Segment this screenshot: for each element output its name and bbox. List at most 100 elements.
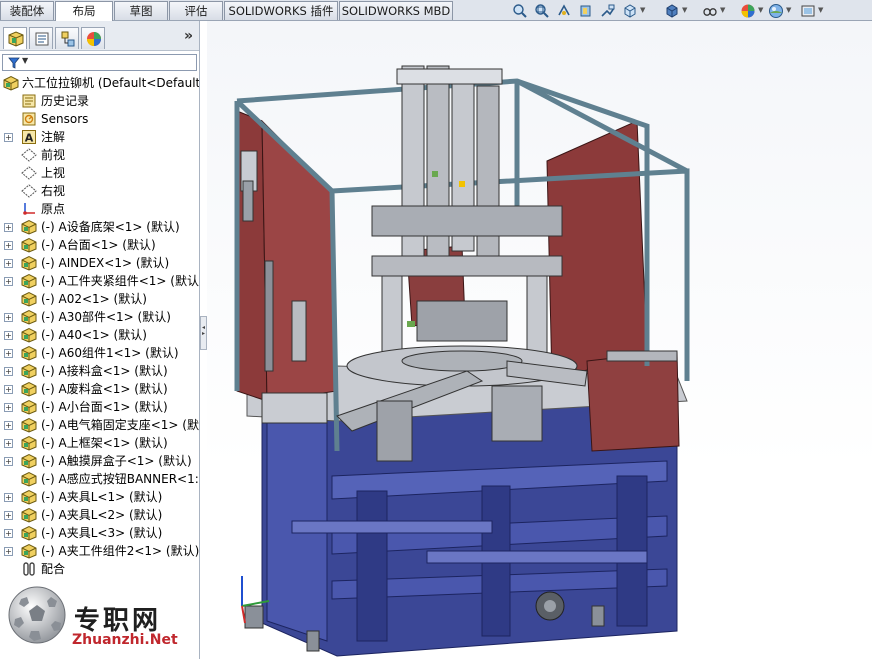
edit-appearance-icon[interactable] bbox=[740, 3, 756, 19]
section-view-icon[interactable] bbox=[578, 3, 594, 19]
panel-splitter-handle[interactable]: ◂ ▸ bbox=[200, 316, 207, 350]
tree-item-label: 上视 bbox=[41, 166, 66, 180]
subassembly-icon bbox=[21, 543, 37, 559]
expand-toggle-icon[interactable]: + bbox=[4, 403, 13, 412]
tree-item-label: (-) A夹工件组件2<1> (默认) bbox=[41, 544, 199, 558]
tree-item-label: 前视 bbox=[41, 148, 66, 162]
expand-toggle-icon[interactable]: + bbox=[4, 385, 13, 394]
tree-item[interactable]: + (-) A废料盒<1> (默认) bbox=[0, 380, 199, 398]
expand-toggle-icon[interactable]: + bbox=[4, 529, 13, 538]
configurationmanager-tab[interactable] bbox=[55, 27, 79, 49]
tab-assembly[interactable]: 装配体 bbox=[0, 1, 54, 20]
subassembly-icon bbox=[21, 219, 37, 235]
tree-item[interactable]: + (-) A夹工件组件2<1> (默认) bbox=[0, 542, 199, 560]
tree-item[interactable]: + A 注解 bbox=[0, 128, 199, 146]
tree-item-label: (-) A上框架<1> (默认) bbox=[41, 436, 168, 450]
appearance-dropdown-icon[interactable]: ▼ bbox=[758, 6, 763, 14]
tree-item[interactable]: + (-) A夹具L<1> (默认) bbox=[0, 488, 199, 506]
expand-toggle-icon[interactable]: + bbox=[4, 331, 13, 340]
propertymanager-icon bbox=[35, 32, 49, 46]
filter-icon bbox=[8, 57, 20, 69]
tab-solidworks-mbd[interactable]: SOLIDWORKS MBD bbox=[339, 1, 453, 20]
tab-layout[interactable]: 布局 bbox=[55, 1, 113, 21]
tree-item-label: (-) A台面<1> (默认) bbox=[41, 238, 156, 252]
tree-item-label: (-) A设备底架<1> (默认) bbox=[41, 220, 180, 234]
zoom-to-area-icon[interactable] bbox=[534, 3, 550, 19]
tree-item[interactable]: + (-) A60组件1<1> (默认) bbox=[0, 344, 199, 362]
subassembly-icon bbox=[21, 417, 37, 433]
tree-item[interactable]: 前视 bbox=[0, 146, 199, 164]
hide-show-items-icon[interactable] bbox=[702, 3, 718, 19]
view-orientation-icon[interactable] bbox=[622, 3, 638, 19]
tree-item[interactable]: Sensors bbox=[0, 110, 199, 128]
expand-toggle-icon[interactable]: + bbox=[4, 241, 13, 250]
scene-dropdown-icon[interactable]: ▼ bbox=[786, 6, 791, 14]
expand-toggle-icon[interactable]: + bbox=[4, 367, 13, 376]
tree-item[interactable]: 右视 bbox=[0, 182, 199, 200]
expand-toggle-icon[interactable]: + bbox=[4, 421, 13, 430]
tree-item[interactable]: + (-) A夹具L<2> (默认) bbox=[0, 506, 199, 524]
subassembly-icon bbox=[21, 381, 37, 397]
zoom-to-fit-icon[interactable] bbox=[512, 3, 528, 19]
expand-toggle-icon[interactable]: + bbox=[4, 223, 13, 232]
tree-item[interactable]: + (-) A接料盒<1> (默认) bbox=[0, 362, 199, 380]
tree-item[interactable]: + (-) A电气箱固定支座<1> (默认 bbox=[0, 416, 199, 434]
tree-item[interactable]: + (-) A40<1> (默认) bbox=[0, 326, 199, 344]
expand-toggle-icon[interactable]: + bbox=[4, 493, 13, 502]
expand-toggle-icon[interactable]: + bbox=[4, 439, 13, 448]
tree-item[interactable]: + (-) A触摸屏盒子<1> (默认) bbox=[0, 452, 199, 470]
subassembly-icon bbox=[21, 237, 37, 253]
view-settings-icon[interactable] bbox=[800, 3, 816, 19]
graphics-viewport[interactable] bbox=[207, 21, 872, 659]
tree-item[interactable]: 配合 bbox=[0, 560, 199, 578]
subassembly-icon bbox=[21, 507, 37, 523]
tree-item[interactable]: (-) A02<1> (默认) bbox=[0, 290, 199, 308]
previous-view-icon[interactable] bbox=[556, 3, 572, 19]
tree-item[interactable]: + (-) A夹具L<3> (默认) bbox=[0, 524, 199, 542]
watermark-url: Zhuanzhi.Net bbox=[72, 632, 178, 648]
expand-toggle-icon[interactable]: + bbox=[4, 457, 13, 466]
tree-item-label: (-) A电气箱固定支座<1> (默认 bbox=[41, 418, 199, 432]
view-settings-dropdown-icon[interactable]: ▼ bbox=[818, 6, 823, 14]
expand-toggle-icon[interactable]: + bbox=[4, 349, 13, 358]
tree-item[interactable]: + (-) A设备底架<1> (默认) bbox=[0, 218, 199, 236]
hide-show-dropdown-icon[interactable]: ▼ bbox=[720, 6, 725, 14]
dynamic-annotation-icon[interactable] bbox=[600, 3, 616, 19]
tree-item[interactable]: 上视 bbox=[0, 164, 199, 182]
tree-item[interactable]: + (-) AINDEX<1> (默认) bbox=[0, 254, 199, 272]
view-orientation-dropdown-icon[interactable]: ▼ bbox=[640, 6, 645, 14]
tree-item[interactable]: + (-) A台面<1> (默认) bbox=[0, 236, 199, 254]
tab-evaluate[interactable]: 评估 bbox=[169, 1, 223, 20]
propertymanager-tab[interactable] bbox=[29, 27, 53, 49]
tree-item[interactable]: + (-) A小台面<1> (默认) bbox=[0, 398, 199, 416]
tree-root-assembly[interactable]: 六工位拉铆机 (Default<Default bbox=[0, 74, 199, 92]
display-style-dropdown-icon[interactable]: ▼ bbox=[682, 6, 687, 14]
subassembly-icon bbox=[21, 399, 37, 415]
tree-item[interactable]: 原点 bbox=[0, 200, 199, 218]
tab-solidworks-addins[interactable]: SOLIDWORKS 插件 bbox=[224, 1, 338, 20]
displaymanager-tab[interactable] bbox=[81, 27, 105, 49]
panel-expand-button[interactable]: » bbox=[184, 28, 193, 44]
filter-dropdown-icon: ▼ bbox=[22, 56, 29, 65]
subassembly-icon bbox=[21, 345, 37, 361]
expand-toggle-icon[interactable]: + bbox=[4, 277, 13, 286]
tab-sketch[interactable]: 草图 bbox=[114, 1, 168, 20]
tree-item[interactable]: 历史记录 bbox=[0, 92, 199, 110]
expand-toggle-icon[interactable]: + bbox=[4, 313, 13, 322]
tree-item-label: 历史记录 bbox=[41, 94, 90, 108]
tree-item[interactable]: + (-) A工件夹紧组件<1> (默认) bbox=[0, 272, 199, 290]
featuremanager-tab[interactable] bbox=[3, 27, 27, 49]
expand-toggle-icon[interactable]: + bbox=[4, 259, 13, 268]
expand-toggle-icon[interactable]: + bbox=[4, 547, 13, 556]
display-style-icon[interactable] bbox=[664, 3, 680, 19]
tree-item[interactable]: + (-) A上框架<1> (默认) bbox=[0, 434, 199, 452]
displaymanager-icon bbox=[87, 32, 101, 46]
subassembly-icon bbox=[21, 525, 37, 541]
expand-toggle-icon[interactable]: + bbox=[4, 133, 13, 142]
tree-item[interactable]: + (-) A30部件<1> (默认) bbox=[0, 308, 199, 326]
subassembly-icon bbox=[21, 291, 37, 307]
tree-item[interactable]: (-) A感应式按钮BANNER<1: bbox=[0, 470, 199, 488]
apply-scene-icon[interactable] bbox=[768, 3, 784, 19]
tree-filter[interactable]: ▼ bbox=[2, 54, 197, 71]
expand-toggle-icon[interactable]: + bbox=[4, 511, 13, 520]
